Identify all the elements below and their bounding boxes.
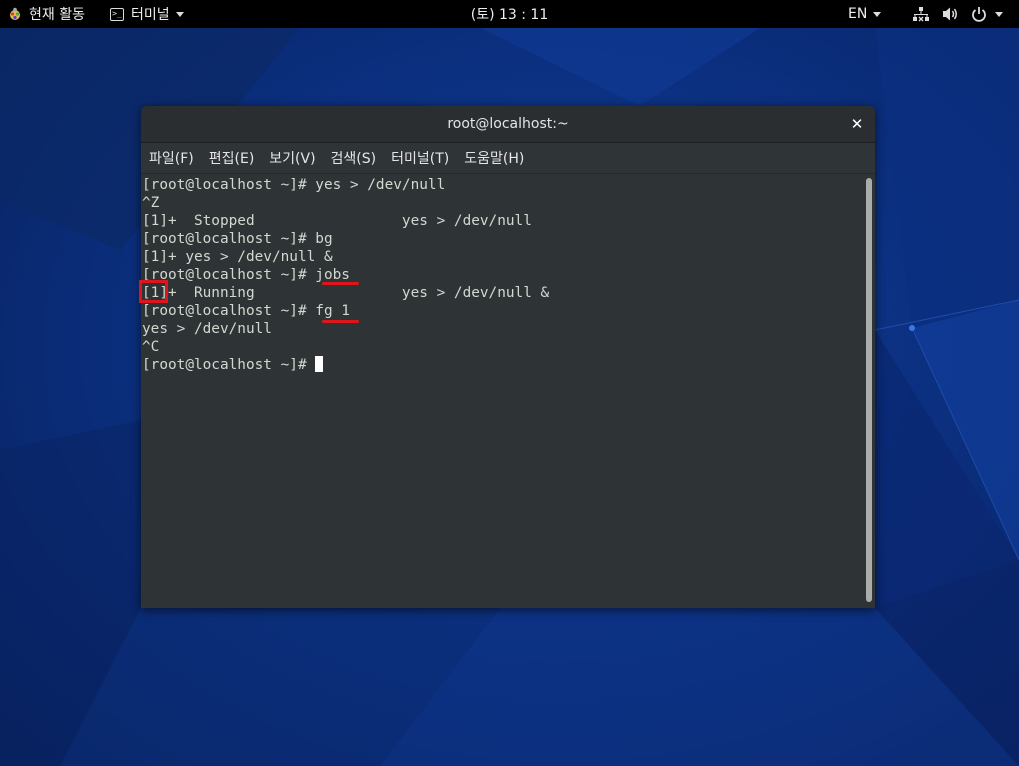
window-title: root@localhost:~ bbox=[447, 116, 569, 132]
window-titlebar[interactable]: root@localhost:~ ✕ bbox=[141, 106, 875, 143]
clock-label[interactable]: (토) 13 : 11 bbox=[471, 4, 549, 24]
terminal-text: [root@localhost ~]# yes > /dev/null ^Z [… bbox=[142, 176, 549, 374]
language-label: EN bbox=[848, 6, 868, 22]
terminal-line: [root@localhost ~]# yes > /dev/null bbox=[142, 177, 446, 193]
annotation-underline-jobs bbox=[322, 282, 359, 285]
terminal-line: ^C bbox=[142, 339, 160, 355]
text-cursor bbox=[315, 356, 324, 372]
chevron-down-icon bbox=[873, 11, 882, 17]
close-icon: ✕ bbox=[850, 115, 864, 133]
terminal-line: [1]+ yes > /dev/null & bbox=[142, 249, 333, 265]
terminal-line: [root@localhost ~]# jobs bbox=[142, 267, 350, 283]
system-status-menu[interactable] bbox=[912, 0, 1003, 28]
input-language-button[interactable]: EN bbox=[848, 0, 882, 28]
terminal-icon: >_ bbox=[110, 7, 124, 21]
scrollbar[interactable] bbox=[863, 175, 875, 608]
terminal-line: [1]+ Stopped yes > /dev/null bbox=[142, 213, 532, 229]
activities-label: 현재 활동 bbox=[29, 7, 85, 23]
terminal-line: [1]+ Running yes > /dev/null & bbox=[142, 285, 550, 301]
app-menu-label: 터미널 bbox=[131, 7, 170, 23]
annotation-underline-fg bbox=[322, 320, 359, 323]
terminal-line: yes > /dev/null bbox=[142, 321, 272, 337]
terminal-line: [root@localhost ~]# bg bbox=[142, 231, 333, 247]
chevron-down-icon bbox=[995, 11, 1003, 17]
menu-bar: 파일(F) 편집(E) 보기(V) 검색(S) 터미널(T) 도움말(H) bbox=[141, 143, 875, 174]
chevron-down-icon bbox=[175, 11, 184, 17]
menu-help[interactable]: 도움말(H) bbox=[464, 148, 524, 168]
terminal-output[interactable]: [root@localhost ~]# yes > /dev/null ^Z [… bbox=[141, 175, 863, 608]
annotation-box-job-number bbox=[139, 280, 168, 303]
speaker-icon bbox=[943, 7, 957, 21]
terminal-line: [root@localhost ~]# fg 1 bbox=[142, 303, 350, 319]
menu-view[interactable]: 보기(V) bbox=[269, 148, 315, 168]
network-wired-icon bbox=[913, 7, 929, 22]
terminal-window: root@localhost:~ ✕ 파일(F) 편집(E) 보기(V) 검색(… bbox=[141, 106, 875, 608]
menu-edit[interactable]: 편집(E) bbox=[209, 148, 255, 168]
menu-terminal[interactable]: 터미널(T) bbox=[391, 148, 449, 168]
app-menu-button[interactable]: >_ 터미널 bbox=[110, 0, 184, 28]
top-panel: 현재 활동 >_ 터미널 (토) 13 : 11 EN bbox=[0, 0, 1019, 28]
terminal-prompt: [root@localhost ~]# bbox=[142, 357, 316, 373]
scrollbar-thumb[interactable] bbox=[866, 178, 872, 602]
activities-button[interactable]: 현재 활동 bbox=[8, 0, 85, 28]
menu-file[interactable]: 파일(F) bbox=[149, 148, 194, 168]
power-icon bbox=[972, 7, 986, 22]
gnome-foot-icon bbox=[10, 7, 20, 20]
terminal-line: ^Z bbox=[142, 195, 160, 211]
menu-search[interactable]: 검색(S) bbox=[331, 148, 377, 168]
close-button[interactable]: ✕ bbox=[845, 112, 869, 136]
